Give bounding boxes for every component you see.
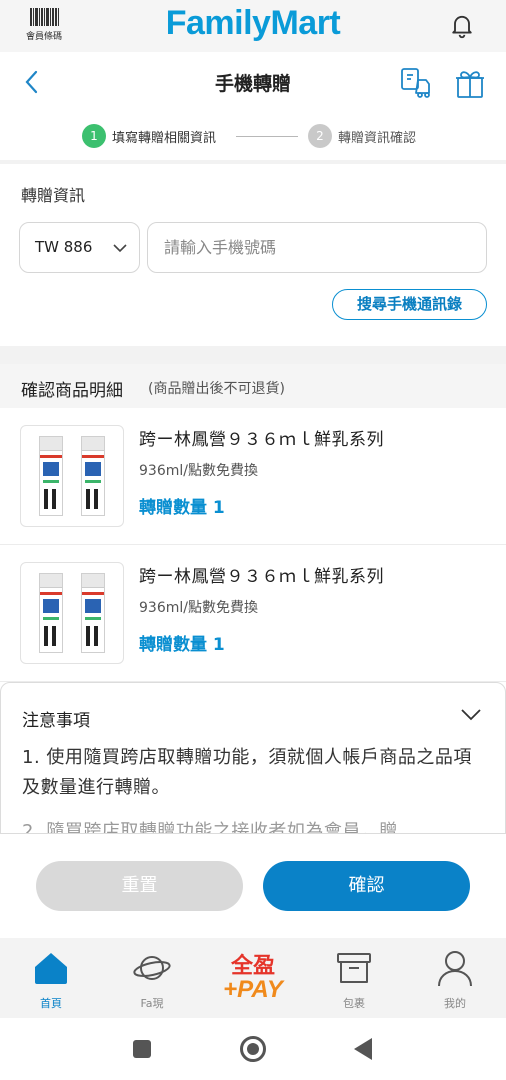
back-triangle-icon[interactable] (354, 1038, 372, 1060)
tab-home[interactable]: 首頁 (16, 948, 86, 1011)
brand-logo: FamilyMart (165, 4, 341, 42)
step-1-number: 1 (82, 124, 106, 148)
milk-product-image (20, 425, 124, 527)
tab-fa-label: Fa現 (140, 997, 164, 1010)
bottom-tab-bar: 首頁 Fa現 全盈 +PAY 包裹 我的 (0, 938, 506, 1018)
home-icon (35, 953, 67, 984)
bell-icon[interactable] (448, 11, 476, 39)
tab-mine-label: 我的 (444, 997, 466, 1010)
tab-home-label: 首頁 (40, 997, 62, 1010)
user-icon (438, 951, 472, 987)
step-indicator: 1 填寫轉贈相關資訊 2 轉贈資訊確認 (0, 112, 506, 160)
tab-mine[interactable]: 我的 (420, 948, 490, 1011)
planet-icon (133, 956, 171, 980)
recent-apps-icon[interactable] (133, 1040, 151, 1058)
chevron-down-icon (113, 244, 127, 253)
product-name: 跨ー林鳳營９３６ｍｌ鮮乳系列 (139, 567, 384, 587)
page-header: 手機轉贈 (0, 52, 506, 112)
country-code-value: TW 886 (35, 238, 93, 256)
step-2-label: 轉贈資訊確認 (338, 130, 417, 146)
gift-icon[interactable] (454, 66, 486, 100)
product-detail-title: 確認商品明細 (21, 381, 123, 401)
transfer-quantity: 轉贈數量 1 (139, 635, 225, 655)
reset-button[interactable]: 重置 (36, 861, 243, 911)
step-1: 1 填寫轉贈相關資訊 (82, 124, 216, 148)
product-item: 跨ー林鳳營９３６ｍｌ鮮乳系列 936ml/點數免費換 轉贈數量 1 (0, 408, 506, 545)
pay-logo-bottom: +PAY (223, 976, 283, 1003)
tab-package-label: 包裹 (343, 997, 365, 1010)
step-2: 2 轉贈資訊確認 (308, 124, 416, 148)
product-description: 936ml/點數免費換 (139, 463, 258, 479)
step-1-label: 填寫轉贈相關資訊 (112, 130, 217, 146)
action-bar: 重置 確認 (0, 834, 506, 938)
tab-package[interactable]: 包裹 (319, 948, 389, 1011)
system-nav-bar (0, 1018, 506, 1080)
notice-panel[interactable]: 注意事項 1. 使用隨買跨店取轉贈功能，須就個人帳戶商品之品項及數量進行轉贈。 … (0, 682, 506, 834)
tab-fa[interactable]: Fa現 (117, 948, 187, 1011)
country-code-select[interactable]: TW 886 (19, 222, 140, 273)
package-box-icon (337, 953, 371, 983)
chevron-down-icon[interactable] (459, 705, 483, 725)
pay-logo-top: 全盈 (230, 954, 275, 979)
product-detail-header: 確認商品明細 (商品贈出後不可退貨) (0, 364, 506, 408)
transfer-record-icon[interactable] (398, 66, 434, 100)
milk-product-image (20, 562, 124, 664)
product-name: 跨ー林鳳營９３６ｍｌ鮮乳系列 (139, 430, 384, 450)
notice-item-2: 2. 隨買跨店取轉贈功能之接收者如為會員，贈 (22, 821, 398, 834)
transfer-quantity: 轉贈數量 1 (139, 498, 225, 518)
search-contacts-button[interactable]: 搜尋手機通訊錄 (332, 289, 487, 320)
confirm-button[interactable]: 確認 (263, 861, 470, 911)
phone-number-input[interactable] (147, 222, 487, 273)
tab-pay[interactable]: 全盈 +PAY (213, 956, 293, 1004)
no-return-note: (商品贈出後不可退貨) (148, 381, 285, 397)
product-description: 936ml/點數免費換 (139, 600, 258, 616)
home-circle-icon[interactable] (240, 1036, 266, 1062)
notice-title: 注意事項 (22, 711, 90, 731)
top-app-bar: 會員條碼 FamilyMart (0, 0, 506, 52)
step-2-number: 2 (308, 124, 332, 148)
divider (0, 160, 506, 164)
step-connector (236, 136, 298, 137)
notice-item-1: 1. 使用隨買跨店取轉贈功能，須就個人帳戶商品之品項及數量進行轉贈。 (22, 747, 472, 798)
divider (0, 346, 506, 364)
product-item: 跨ー林鳳營９３６ｍｌ鮮乳系列 936ml/點數免費換 轉贈數量 1 (0, 545, 506, 682)
transfer-info-label: 轉贈資訊 (21, 186, 86, 205)
